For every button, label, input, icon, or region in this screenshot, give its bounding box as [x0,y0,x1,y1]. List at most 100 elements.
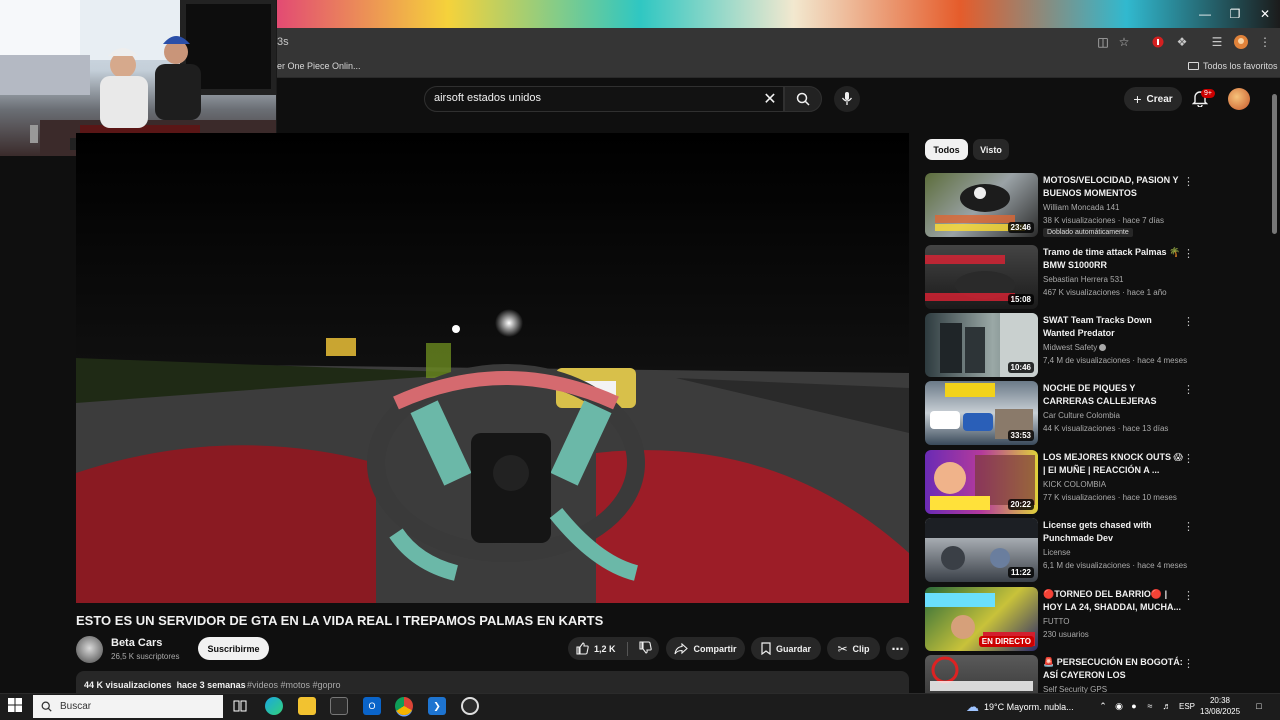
save-button[interactable]: Guardar [751,637,821,660]
recommendation-item[interactable]: 10:46 SWAT Team Tracks Down Wanted Preda… [925,313,1195,377]
tab-search-icon[interactable]: ☰ [1208,33,1226,51]
minimize-icon[interactable]: — [1190,0,1220,28]
recommendation-thumbnail[interactable]: 23:46 [925,173,1038,237]
browser-menu-icon[interactable]: ⋮ [1256,33,1274,51]
more-vertical-icon[interactable]: ⋮ [1183,315,1194,328]
extension-red-icon[interactable] [1149,33,1167,51]
tray-volume-icon[interactable]: ♬ [1158,697,1176,715]
vscode-icon[interactable]: ❯ [428,697,446,715]
channel-name[interactable]: Beta Cars [111,637,162,649]
recommendation-title[interactable]: 🔴TORNEO DEL BARRIO🔴 | HOY LA 24, SHADDAI… [1043,588,1183,614]
account-avatar[interactable] [1228,88,1250,110]
recommendation-item[interactable]: 15:08 Tramo de time attack Palmas 🌴 BMW … [925,245,1195,309]
recommendation-title[interactable]: SWAT Team Tracks Down Wanted Predator [1043,314,1183,340]
share-icon [674,642,689,654]
scissors-icon: ✂ [837,641,848,656]
more-vertical-icon[interactable]: ⋮ [1183,520,1194,533]
search-button[interactable] [784,86,822,112]
recommendation-thumbnail[interactable]: EN DIRECTO [925,587,1038,651]
more-vertical-icon[interactable]: ⋮ [1183,175,1194,188]
recommendation-channel[interactable]: License [1043,548,1071,557]
recommendation-title[interactable]: MOTOS/VELOCIDAD, PASION Y BUENOS MOMENTO… [1043,174,1183,200]
recommendation-channel[interactable]: Sebastian Herrera 531 [1043,275,1124,284]
bookmark-all-favorites[interactable]: Todos los favoritos [1188,61,1278,71]
thumbs-down-icon [638,641,652,654]
taskbar-search[interactable]: Buscar [33,695,223,718]
dislike-button[interactable] [638,641,652,656]
more-vertical-icon[interactable]: ⋮ [1183,589,1194,602]
share-button[interactable]: Compartir [666,637,745,660]
recommendation-title[interactable]: LOS MEJORES KNOCK OUTS 😱 | El MUÑE | REA… [1043,451,1183,477]
obs-icon[interactable] [461,697,479,715]
create-button[interactable]: + Crear [1124,87,1182,111]
video-title: ESTO ES UN SERVIDOR DE GTA EN LA VIDA RE… [76,613,604,628]
search-input-value[interactable]: airsoft estados unidos [434,92,541,104]
recommendation-title[interactable]: Tramo de time attack Palmas 🌴 BMW S1000R… [1043,246,1183,272]
outlook-icon[interactable]: O [363,697,381,715]
recommendation-channel[interactable]: FUTTO [1043,617,1070,626]
recommendation-title[interactable]: 🚨 PERSECUCIÓN EN BOGOTÁ: ASÍ CAYERON LOS… [1043,656,1183,682]
recommendation-item[interactable]: 33:53 NOCHE DE PIQUES Y CARRERAS CALLEJE… [925,381,1195,445]
recommendation-title[interactable]: License gets chased with Punchmade Dev [1043,519,1183,545]
recommendation-thumbnail[interactable]: 33:53 [925,381,1038,445]
more-vertical-icon[interactable]: ⋮ [1183,657,1194,670]
recommendation-title[interactable]: NOCHE DE PIQUES Y CARRERAS CALLEJERAS SA… [1043,382,1183,408]
taskbar-search-label: Buscar [60,701,92,712]
tray-weather[interactable]: ☁ 19°C Mayorm. nubla... [966,699,1074,715]
recommendation-item[interactable]: 🚨 PERSECUCIÓN EN BOGOTÁ: ASÍ CAYERON LOS… [925,655,1195,693]
install-app-icon[interactable]: ◫ [1094,33,1112,51]
recommendation-duration: 15:08 [1007,294,1034,305]
recommendation-item[interactable]: EN DIRECTO 🔴TORNEO DEL BARRIO🔴 | HOY LA … [925,587,1195,651]
recommendation-thumbnail[interactable] [925,655,1038,693]
restore-icon[interactable]: ❐ [1220,0,1250,28]
profile-avatar-icon[interactable] [1232,33,1250,51]
recommendation-thumbnail[interactable]: 20:22 [925,450,1038,514]
tray-clock[interactable]: 20:38 13/08/2025 [1200,695,1240,717]
channel-avatar[interactable] [76,636,103,663]
recommendation-channel[interactable]: Self Security GPS [1043,685,1107,693]
like-dislike-group: 1,2 K [568,637,659,660]
chip-all[interactable]: Todos [925,139,968,160]
recommendation-thumbnail[interactable]: 10:46 [925,313,1038,377]
recommendation-thumbnail[interactable]: 15:08 [925,245,1038,309]
recommendation-item[interactable]: 23:46 MOTOS/VELOCIDAD, PASION Y BUENOS M… [925,173,1195,237]
recommendation-channel[interactable]: William Moncada 141 [1043,203,1119,212]
tray-wifi-icon[interactable]: ≈ [1141,697,1159,715]
create-button-label: Crear [1146,93,1173,105]
store-icon[interactable] [330,697,348,715]
recommendation-item[interactable]: 11:22 License gets chased with Punchmade… [925,518,1195,582]
more-actions-button[interactable]: ⋯ [886,637,909,660]
page-scrollbar-thumb[interactable] [1272,94,1277,234]
bookmark-onepiece[interactable]: er One Piece Onlin... [277,61,361,71]
save-label: Guardar [775,643,811,654]
plus-icon: + [1133,91,1142,107]
edge-browser-icon[interactable] [265,697,283,715]
close-icon[interactable]: ✕ [1250,0,1280,28]
clip-button[interactable]: ✂ Clip [827,637,880,660]
bookmark-star-icon[interactable]: ☆ [1115,33,1133,51]
file-explorer-icon[interactable] [298,697,316,715]
more-vertical-icon[interactable]: ⋮ [1183,247,1194,260]
voice-search-button[interactable] [834,86,860,112]
recommendation-item[interactable]: 20:22 LOS MEJORES KNOCK OUTS 😱 | El MUÑE… [925,450,1195,514]
like-button[interactable]: 1,2 K [576,642,616,655]
more-vertical-icon[interactable]: ⋮ [1183,452,1194,465]
url-text[interactable]: 3s [277,36,289,48]
microphone-icon [841,92,853,105]
extensions-puzzle-icon[interactable]: ❖ [1173,33,1191,51]
video-hashtags[interactable]: #videos #motos #gopro [247,680,341,690]
recommendation-thumbnail[interactable]: 11:22 [925,518,1038,582]
task-view-icon[interactable] [231,697,249,715]
recommendation-channel[interactable]: Midwest Safety [1043,343,1107,352]
tray-language[interactable]: ESP [1179,702,1195,711]
notification-center-icon[interactable]: □ [1250,697,1268,715]
clear-search-icon[interactable]: ✕ [760,89,780,109]
chip-watched[interactable]: Visto [973,139,1009,160]
windows-start-icon[interactable] [8,698,24,714]
more-vertical-icon[interactable]: ⋮ [1183,383,1194,396]
video-player[interactable] [76,133,909,603]
subscribe-button[interactable]: Suscribirme [198,637,269,660]
recommendation-channel[interactable]: Car Culture Colombia [1043,411,1120,420]
chrome-icon[interactable] [395,697,413,715]
recommendation-channel[interactable]: KICK COLOMBIA [1043,480,1106,489]
